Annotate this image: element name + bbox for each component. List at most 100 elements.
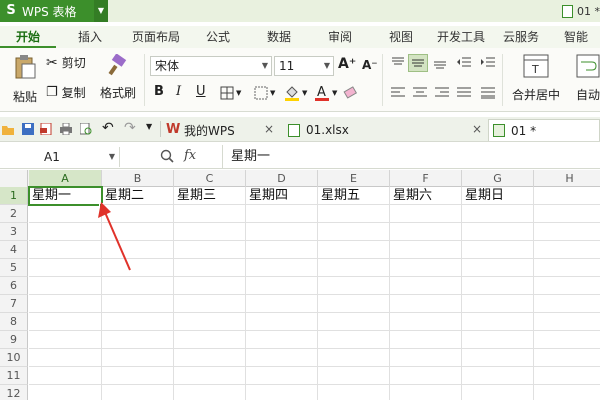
insert-function-button[interactable]: fx [184,148,196,163]
cell-f5[interactable] [390,259,462,277]
distributed-button[interactable] [480,86,496,100]
underline-button[interactable]: U [196,84,206,99]
row-header-8[interactable]: 8 [0,313,28,331]
cell-c5[interactable] [174,259,246,277]
cell-f11[interactable] [390,367,462,385]
align-top-button[interactable] [390,56,406,70]
italic-button[interactable]: I [176,84,181,99]
cell-a6[interactable] [29,277,102,295]
tab-cloud[interactable]: 云服务 [490,26,552,48]
undo-icon[interactable]: ↶ [102,120,114,136]
copy-button[interactable]: ❐ 复制 [46,84,86,101]
row-header-2[interactable]: 2 [0,205,28,223]
cell-g6[interactable] [462,277,534,295]
cell-f1[interactable]: 星期六 [390,187,462,205]
app-menu-button[interactable]: S WPS 表格 ▼ [0,0,108,22]
cell-h6[interactable] [534,277,600,295]
close-icon[interactable]: × [472,122,482,136]
format-painter-button[interactable]: 格式刷 [100,54,136,101]
tab-developer[interactable]: 开发工具 [432,26,490,48]
cell-c3[interactable] [174,223,246,241]
cell-g10[interactable] [462,349,534,367]
tab-formulas[interactable]: 公式 [188,26,248,48]
column-header-g[interactable]: G [462,170,534,187]
row-header-5[interactable]: 5 [0,259,28,277]
row-header-4[interactable]: 4 [0,241,28,259]
cell-f2[interactable] [390,205,462,223]
row-header-1[interactable]: 1 [0,187,28,205]
auto-wrap-button[interactable]: 自动 [576,54,600,103]
cell-f12[interactable] [390,385,462,400]
align-middle-button[interactable] [408,54,428,72]
export-pdf-icon[interactable] [40,123,52,135]
cell-h1[interactable] [534,187,600,205]
spreadsheet-grid[interactable]: A B C D E F G H 1 星期一 星期二 星期三 星期四 星期五 星期… [0,170,600,400]
tab-view[interactable]: 视图 [370,26,432,48]
cell-d5[interactable] [246,259,318,277]
cell-f7[interactable] [390,295,462,313]
cell-c2[interactable] [174,205,246,223]
column-header-h[interactable]: H [534,170,600,187]
chevron-down-icon[interactable]: ▼ [146,122,158,134]
row-header-12[interactable]: 12 [0,385,28,400]
cell-b8[interactable] [102,313,174,331]
cell-d6[interactable] [246,277,318,295]
column-header-e[interactable]: E [318,170,390,187]
row-header-3[interactable]: 3 [0,223,28,241]
clear-format-button[interactable] [342,86,358,100]
column-header-d[interactable]: D [246,170,318,187]
zoom-search-icon[interactable] [160,149,174,163]
cell-g3[interactable] [462,223,534,241]
column-header-a[interactable]: A [29,170,102,187]
redo-icon[interactable]: ↷ [124,120,136,136]
align-center-button[interactable] [412,86,428,100]
print-preview-icon[interactable] [80,123,92,135]
cell-f6[interactable] [390,277,462,295]
open-folder-icon[interactable] [2,123,14,135]
tab-home[interactable]: 开始 [0,26,56,48]
cell-c8[interactable] [174,313,246,331]
cell-h5[interactable] [534,259,600,277]
column-header-c[interactable]: C [174,170,246,187]
cell-d12[interactable] [246,385,318,400]
cell-e10[interactable] [318,349,390,367]
cell-e6[interactable] [318,277,390,295]
cell-b10[interactable] [102,349,174,367]
cell-c12[interactable] [174,385,246,400]
column-header-f[interactable]: F [390,170,462,187]
cell-c10[interactable] [174,349,246,367]
cell-h9[interactable] [534,331,600,349]
tab-review[interactable]: 审阅 [310,26,370,48]
cell-d11[interactable] [246,367,318,385]
cell-c1[interactable]: 星期三 [174,187,246,205]
cell-e7[interactable] [318,295,390,313]
cell-d9[interactable] [246,331,318,349]
cell-d3[interactable] [246,223,318,241]
align-bottom-button[interactable] [432,56,448,70]
cell-a10[interactable] [29,349,102,367]
merge-style-button[interactable]: ▼ [254,86,275,100]
cell-e5[interactable] [318,259,390,277]
cell-c11[interactable] [174,367,246,385]
merge-center-button[interactable]: T 合并居中 [508,54,564,103]
cell-h3[interactable] [534,223,600,241]
cell-g11[interactable] [462,367,534,385]
cell-b6[interactable] [102,277,174,295]
cell-h8[interactable] [534,313,600,331]
doc-tab-my-wps[interactable]: W 我的WPS × [166,120,282,140]
cell-d7[interactable] [246,295,318,313]
justify-button[interactable] [456,86,472,100]
tab-smart[interactable]: 智能 [552,26,600,48]
borders-button[interactable]: ▼ [220,86,241,100]
font-color-button[interactable]: A ▼ [314,84,337,102]
cell-f10[interactable] [390,349,462,367]
cell-d10[interactable] [246,349,318,367]
column-header-b[interactable]: B [102,170,174,187]
cell-h2[interactable] [534,205,600,223]
chevron-down-icon[interactable]: ▼ [94,0,108,22]
cell-e2[interactable] [318,205,390,223]
name-box[interactable]: A1 ▼ [0,147,120,167]
cell-b7[interactable] [102,295,174,313]
cell-a11[interactable] [29,367,102,385]
cell-h4[interactable] [534,241,600,259]
